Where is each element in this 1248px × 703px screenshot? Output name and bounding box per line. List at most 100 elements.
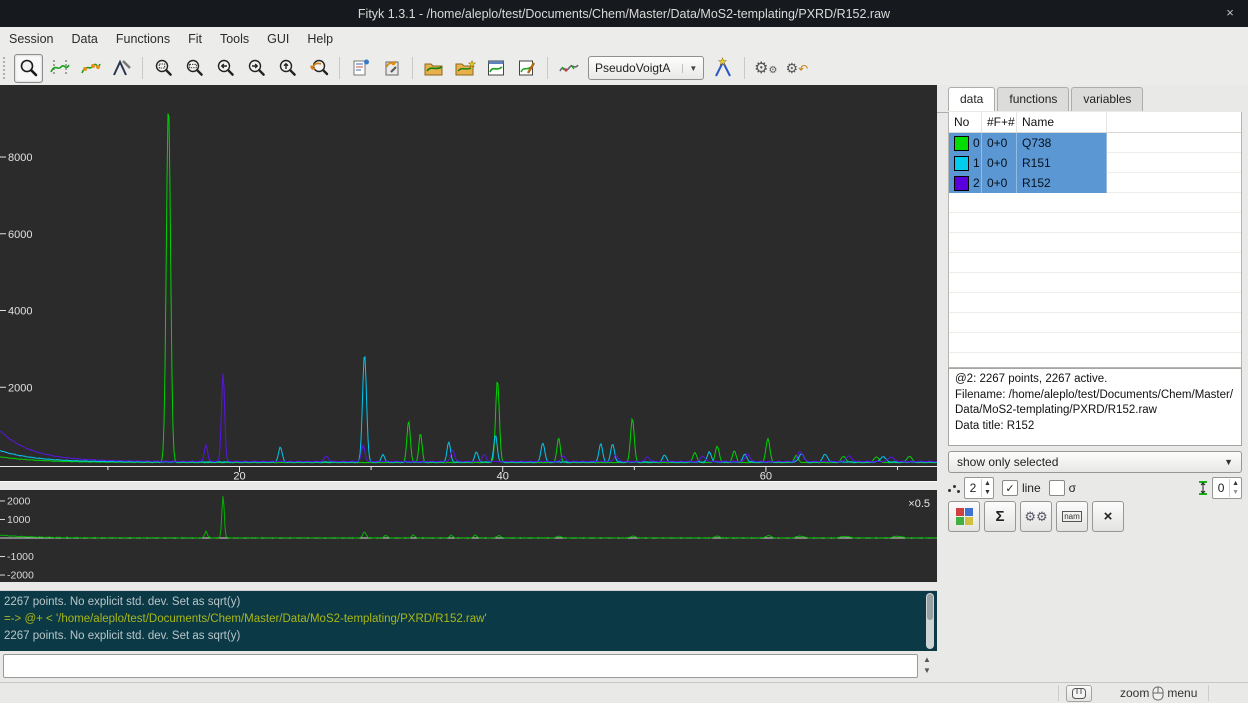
menu-tools[interactable]: Tools xyxy=(211,28,258,50)
define-function-button[interactable] xyxy=(554,54,583,83)
shift-value: 0 xyxy=(1213,481,1229,495)
table-row[interactable]: 20+0R152 xyxy=(949,173,1241,193)
check-icon: ✓ xyxy=(1005,482,1014,495)
point-size-spinner[interactable]: 2 ▲▼ xyxy=(964,477,994,499)
toolbar-grip[interactable] xyxy=(3,57,9,79)
mouse-hint: zoom menu xyxy=(1120,684,1197,702)
spin-up-icon[interactable]: ▲ xyxy=(1232,479,1239,488)
column-header: #F+# xyxy=(982,112,1017,132)
svg-text:-1000: -1000 xyxy=(7,551,34,563)
tab-variables[interactable]: variables xyxy=(1071,87,1143,111)
sidebar: datafunctionsvariables No#F+#Name 00+0Q7… xyxy=(937,85,1248,682)
open-data-button[interactable] xyxy=(419,54,448,83)
zoom-mode-button[interactable] xyxy=(14,54,43,83)
shift-spinner[interactable]: 0 ▲▼ xyxy=(1212,477,1242,499)
trace-residual xyxy=(0,496,937,538)
delete-dataset-button[interactable]: × xyxy=(1092,501,1124,532)
append-data-button[interactable]: ★ xyxy=(450,54,479,83)
baseline-mode-button[interactable] xyxy=(76,54,105,83)
data-range-mode-button[interactable] xyxy=(45,54,74,83)
data-list-rows[interactable]: 00+0Q73810+0R15120+0R152 xyxy=(949,133,1241,367)
sidebar-buttons: Σ ⚙⚙ nam × xyxy=(948,501,1124,532)
trace-Q738 xyxy=(0,114,937,463)
menu-fit[interactable]: Fit xyxy=(179,28,211,50)
undo-fit-button[interactable]: ⚙↶ xyxy=(782,54,811,83)
zoom-vertical-button[interactable] xyxy=(273,54,302,83)
toolbar: ★ PseudoVoigtA ▼ ★ ⚙⚙ ⚙↶ xyxy=(0,51,1248,86)
save-session-button[interactable] xyxy=(512,54,541,83)
svg-text:20: 20 xyxy=(233,471,245,482)
script-editor-button[interactable] xyxy=(377,54,406,83)
dataset-color-swatch[interactable] xyxy=(954,136,969,151)
menu-data[interactable]: Data xyxy=(62,28,106,50)
sigma-icon: Σ xyxy=(995,508,1004,525)
save-image-button[interactable] xyxy=(481,54,510,83)
auxiliary-plot[interactable]: 20001000-1000-2000×0.5 xyxy=(0,490,937,582)
mouse-config-button[interactable] xyxy=(1066,685,1092,702)
table-row[interactable]: 10+0R151 xyxy=(949,153,1241,173)
previous-zoom-button[interactable] xyxy=(304,54,333,83)
menu-gui[interactable]: GUI xyxy=(258,28,298,50)
line-checkbox-label: line xyxy=(1022,481,1041,495)
zoom-all-button[interactable] xyxy=(149,54,178,83)
dataset-color-swatch[interactable] xyxy=(954,176,969,191)
sum-datasets-button[interactable]: Σ xyxy=(984,501,1016,532)
svg-text:8000: 8000 xyxy=(8,152,32,164)
svg-text:★: ★ xyxy=(718,57,727,68)
run-fit-button[interactable]: ⚙⚙ xyxy=(751,54,780,83)
svg-text:1000: 1000 xyxy=(7,514,31,526)
rename-icon: nam xyxy=(1062,511,1082,522)
title-bar: Fityk 1.3.1 - /home/aleplo/test/Document… xyxy=(0,0,1248,27)
trace-R152 xyxy=(0,374,937,462)
spin-down-icon[interactable]: ▼ xyxy=(984,488,991,497)
show-filter-value: show only selected xyxy=(957,455,1058,469)
menu-functions[interactable]: Functions xyxy=(107,28,179,50)
chevron-down-icon: ▼ xyxy=(1224,457,1233,467)
data-info-button[interactable] xyxy=(346,54,375,83)
menu-help[interactable]: Help xyxy=(298,28,342,50)
mouse-buttons-icon xyxy=(1072,688,1086,699)
copy-functions-button[interactable]: ⚙⚙ xyxy=(1020,501,1052,532)
peak-type-value: PseudoVoigtA xyxy=(595,61,670,75)
zoom-right-button[interactable] xyxy=(242,54,271,83)
line-checkbox[interactable]: ✓ xyxy=(1002,480,1018,496)
console-scrollbar[interactable] xyxy=(926,593,934,649)
table-row[interactable]: 00+0Q738 xyxy=(949,133,1241,153)
delete-icon: × xyxy=(1104,508,1113,525)
console-command-line: =-> @+ < '/home/aleplo/test/Documents/Ch… xyxy=(0,611,937,628)
svg-text:40: 40 xyxy=(497,471,509,482)
svg-text:4000: 4000 xyxy=(8,306,32,318)
output-console: 2267 points. No explicit std. dev. Set a… xyxy=(0,590,937,651)
show-filter-select[interactable]: show only selected ▼ xyxy=(948,451,1242,473)
tab-functions[interactable]: functions xyxy=(997,87,1069,111)
auto-add-peak-button[interactable]: ★ xyxy=(709,54,738,83)
add-peak-mode-button[interactable] xyxy=(107,54,136,83)
point-size-value: 2 xyxy=(965,481,981,495)
gear-undo-icon: ⚙↶ xyxy=(786,60,809,77)
close-icon[interactable]: × xyxy=(1222,5,1238,20)
history-down-icon[interactable]: ▼ xyxy=(921,665,933,676)
menu-session[interactable]: Session xyxy=(0,28,62,50)
left-click-hint: zoom xyxy=(1120,686,1149,700)
spin-down-icon[interactable]: ▼ xyxy=(1232,488,1239,497)
svg-text:-2000: -2000 xyxy=(7,570,34,582)
tab-data[interactable]: data xyxy=(948,87,995,111)
zoom-left-button[interactable] xyxy=(211,54,240,83)
aux-scale-label: ×0.5 xyxy=(908,498,930,510)
sidebar-tabs: datafunctionsvariables xyxy=(948,87,1145,111)
main-plot[interactable]: 2000400060008000204060 xyxy=(0,85,937,481)
spin-up-icon[interactable]: ▲ xyxy=(984,479,991,488)
zoom-selection-button[interactable] xyxy=(180,54,209,83)
point-size-icon xyxy=(948,482,960,494)
dataset-info-line: Filename: /home/aleplo/test/Documents/Ch… xyxy=(955,388,1235,404)
command-input[interactable] xyxy=(3,654,918,678)
column-header: Name xyxy=(1017,112,1107,132)
rename-dataset-button[interactable]: nam xyxy=(1056,501,1088,532)
dataset-color-swatch[interactable] xyxy=(954,156,969,171)
peak-type-select[interactable]: PseudoVoigtA ▼ xyxy=(588,56,704,80)
data-list: No#F+#Name 00+0Q73810+0R15120+0R152 xyxy=(948,112,1242,368)
data-colors-button[interactable] xyxy=(948,501,980,532)
history-up-icon[interactable]: ▲ xyxy=(921,654,933,665)
sigma-checkbox[interactable] xyxy=(1049,480,1065,496)
svg-text:60: 60 xyxy=(760,471,772,482)
